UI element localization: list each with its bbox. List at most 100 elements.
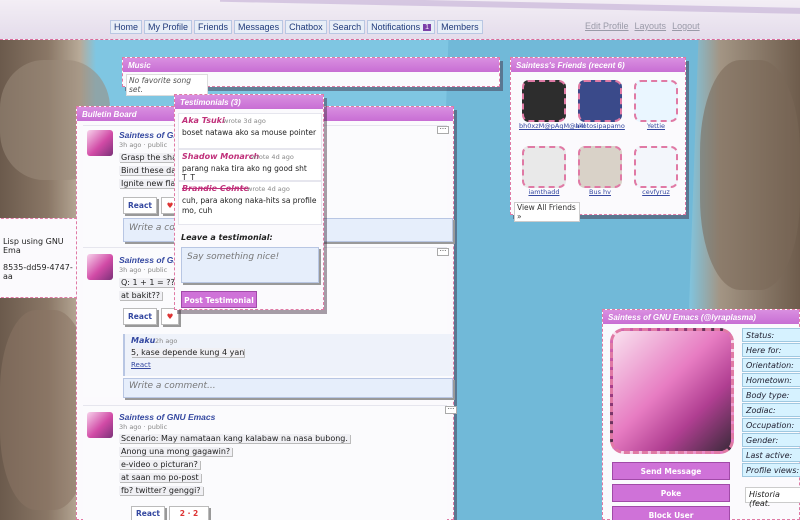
friend-item[interactable]: akotosipapamo [575, 80, 625, 130]
music-title: Music [123, 58, 499, 72]
post-author[interactable]: Saintess of GNU Emacs [119, 412, 215, 422]
post-meta: 3h ago · public [119, 423, 168, 431]
notification-badge: 1 [423, 23, 432, 31]
logout-link[interactable]: Logout [672, 21, 700, 31]
avatar[interactable] [87, 254, 113, 280]
bulletin-post: Saintess of GNU Emacs 3h ago · public Sc… [83, 405, 457, 520]
reply-text: 5, kase depende kung 4 yan [131, 348, 245, 357]
heart-icon[interactable]: ♥ [161, 308, 179, 325]
post-testimonial-button[interactable]: Post Testimonial [181, 291, 257, 308]
nav-notifications-label: Notifications [371, 22, 421, 32]
nav-friends[interactable]: Friends [194, 20, 233, 34]
background-photo [700, 60, 800, 290]
testimonial: Brandie Colnte wrote 4d ago cuh, para ak… [178, 181, 322, 225]
last-active-label: Last active: [742, 448, 800, 462]
orientation-label: Orientation: [742, 358, 800, 372]
nav-messages[interactable]: Messages [234, 20, 284, 34]
more-options-icon[interactable]: ··· [445, 406, 457, 414]
reaction-counts[interactable]: 2 · 2 [169, 506, 209, 520]
testimonial-meta: wrote 4d ago [247, 185, 290, 193]
testimonial-author[interactable]: Brandie Colnte [182, 184, 249, 193]
post-author[interactable]: Saintess of GN [119, 255, 179, 265]
top-bar: Home My Profile Friends Messages Chatbox… [0, 0, 800, 40]
fragment-line-1: Lisp using GNU Ema [3, 237, 64, 255]
status-label: Status: [742, 328, 800, 342]
friend-name[interactable]: bh0xzM@pAgM@h4l [519, 122, 586, 130]
friend-avatar[interactable] [634, 80, 678, 122]
post-meta: 3h ago · public [119, 141, 168, 149]
send-message-button[interactable]: Send Message [612, 462, 730, 480]
nav-search[interactable]: Search [328, 20, 366, 34]
react-button[interactable]: React [123, 197, 157, 214]
testimonial-input[interactable]: Say something nice! [181, 247, 319, 283]
avatar[interactable] [87, 412, 113, 438]
more-options-icon[interactable]: ··· [437, 248, 449, 256]
profile-title: Saintess of GNU Emacs (@lyraplasma) [603, 310, 799, 324]
nav-notifications[interactable]: Notifications 1 [367, 20, 436, 34]
edit-profile-link[interactable]: Edit Profile [585, 21, 629, 31]
testimonial-meta: wrote 4d ago [251, 153, 294, 161]
testimonial-text: parang naka tira ako ng good sht T_T [182, 164, 307, 182]
friend-name[interactable]: cevfyruz [631, 188, 681, 196]
post-meta: 3h ago · public [119, 266, 168, 274]
main-nav: Home My Profile Friends Messages Chatbox… [110, 20, 483, 34]
testimonials-title: Testimonials (3) [175, 95, 323, 109]
friend-avatar[interactable] [578, 146, 622, 188]
block-user-button[interactable]: Block User [612, 506, 730, 520]
more-options-icon[interactable]: ··· [437, 126, 449, 134]
decorative-stripe [220, 0, 800, 15]
occupation-label: Occupation: [742, 418, 800, 432]
comment-input[interactable]: Write a comment... [123, 378, 453, 398]
left-fragment-panel: Lisp using GNU Ema 8535-dd59-4747-aa [0, 218, 82, 298]
poke-button[interactable]: Poke [612, 484, 730, 502]
body-type-label: Body type: [742, 388, 800, 402]
nav-my-profile[interactable]: My Profile [144, 20, 193, 34]
post-line: e-video o picturan? [119, 460, 200, 469]
friend-item[interactable]: cevfyruz [631, 146, 681, 196]
friend-avatar[interactable] [578, 80, 622, 122]
friend-item[interactable]: bh0xzM@pAgM@h4l [519, 80, 586, 130]
friend-item[interactable]: iamthadd [519, 146, 569, 196]
friend-name[interactable]: iamthadd [519, 188, 569, 196]
friend-avatar[interactable] [634, 146, 678, 188]
friend-name[interactable]: akotosipapamo [575, 122, 625, 130]
here-for-label: Here for: [742, 343, 800, 357]
reply: Maku 2h ago 5, kase depende kung 4 yan R… [123, 334, 453, 376]
friend-avatar[interactable] [522, 146, 566, 188]
friend-item[interactable]: Yettie [631, 80, 681, 130]
testimonial: Aka Tsuki wrote 3d ago boset natawa ako … [178, 113, 322, 149]
friend-item[interactable]: Bus hv [575, 146, 625, 196]
react-button[interactable]: React [131, 506, 165, 520]
reply-author[interactable]: Maku [131, 336, 155, 345]
leave-testimonial-label: Leave a testimonial: [181, 233, 273, 242]
layouts-link[interactable]: Layouts [635, 21, 667, 31]
friends-panel: Saintess's Friends (recent 6) bh0xzM@pAg… [510, 57, 686, 222]
testimonial-text: cuh, para akong naka-hits sa profile mo,… [182, 196, 317, 215]
nav-chatbox[interactable]: Chatbox [285, 20, 327, 34]
post-line: at saan mo po-post [119, 473, 201, 482]
profile-picture [610, 328, 734, 454]
testimonial: Shadow Monarch wrote 4d ago parang naka … [178, 149, 322, 182]
nav-home[interactable]: Home [110, 20, 143, 34]
music-value: No favorite song set. [126, 74, 208, 96]
friend-name[interactable]: Bus hv [575, 188, 625, 196]
testimonial-meta: wrote 3d ago [223, 117, 266, 125]
friends-title: Saintess's Friends (recent 6) [511, 58, 685, 72]
post-line: Scenario: May namataan kang kalabaw na n… [119, 434, 350, 443]
avatar[interactable] [87, 130, 113, 156]
reply-react-link[interactable]: React [131, 361, 151, 369]
testimonial-author[interactable]: Shadow Monarch [182, 152, 259, 161]
music-panel: Music No favorite song set. [122, 57, 500, 96]
zodiac-label: Zodiac: [742, 403, 800, 417]
post-line: Bind these dar [119, 166, 182, 175]
react-button[interactable]: React [123, 308, 157, 325]
profile-views-label: Profile views: [742, 463, 800, 477]
gender-label: Gender: [742, 433, 800, 447]
friend-avatar[interactable] [522, 80, 566, 122]
fragment-line-2: 8535-dd59-4747-aa [3, 263, 73, 281]
nav-members[interactable]: Members [437, 20, 483, 34]
view-all-friends-link[interactable]: View All Friends » [514, 202, 580, 222]
testimonial-author[interactable]: Aka Tsuki [182, 116, 225, 125]
friend-name[interactable]: Yettie [631, 122, 681, 130]
testimonial-text: boset natawa ako sa mouse pointer [182, 128, 317, 137]
